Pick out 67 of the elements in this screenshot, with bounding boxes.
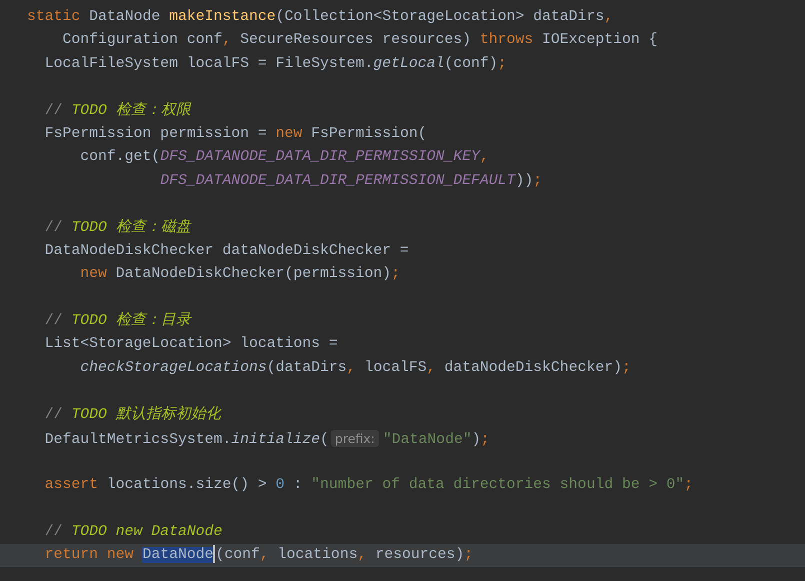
string-literal: "DataNode" bbox=[382, 432, 472, 448]
comment-marker: // bbox=[44, 524, 64, 540]
code-text: locations.size() > bbox=[106, 476, 268, 493]
code-text: DataNodeDiskChecker(permission) bbox=[116, 266, 392, 282]
comment-marker: // bbox=[44, 220, 64, 236]
keyword: assert bbox=[44, 476, 100, 493]
method-call: initialize bbox=[231, 432, 320, 448]
keyword: , bbox=[604, 9, 614, 25]
keyword: , bbox=[426, 360, 436, 376]
keyword: return new bbox=[44, 546, 135, 563]
comment-marker: // bbox=[44, 406, 64, 423]
comment-marker: // bbox=[44, 313, 64, 330]
string-literal: "number of data directories should be > 0" bbox=[311, 476, 684, 493]
code-text: resources) bbox=[375, 546, 464, 563]
keyword: , bbox=[260, 546, 270, 563]
selected-text: DataNode bbox=[142, 546, 214, 563]
code-text: locations bbox=[278, 546, 358, 563]
text-caret bbox=[213, 545, 216, 564]
keyword: ; bbox=[684, 476, 694, 493]
keyword: ; bbox=[480, 432, 490, 448]
code-text: ( bbox=[320, 432, 329, 448]
todo-comment: TODO 检查：权限 bbox=[71, 102, 191, 119]
code-text: DefaultMetricsSystem. bbox=[44, 432, 232, 448]
code-text: DataNodeDiskChecker dataNodeDiskChecker = bbox=[44, 242, 409, 259]
code-text: (conf) bbox=[444, 56, 498, 72]
todo-comment: TODO new DataNode bbox=[71, 524, 222, 540]
constant-name: DFS_DATANODE_DATA_DIR_PERMISSION_KEY bbox=[160, 149, 480, 166]
keyword: ; bbox=[391, 266, 400, 282]
todo-comment: TODO 检查：磁盘 bbox=[71, 220, 191, 236]
code-text: List<StorageLocation> locations = bbox=[44, 336, 338, 352]
code-text: dataNodeDiskChecker) bbox=[444, 360, 622, 376]
constant-name: DFS_DATANODE_DATA_DIR_PERMISSION_DEFAULT bbox=[160, 172, 516, 189]
keyword: throws bbox=[480, 32, 534, 48]
code-text: localFS bbox=[364, 360, 427, 376]
keyword: new bbox=[276, 126, 304, 142]
code-text: : bbox=[293, 476, 304, 493]
code-text: (Collection<StorageLocation> dataDirs bbox=[276, 9, 604, 25]
method-call: getLocal bbox=[373, 56, 444, 72]
number-literal: 0 bbox=[276, 476, 286, 493]
keyword: , bbox=[222, 32, 232, 48]
comment-marker: // bbox=[44, 102, 64, 119]
keyword: , bbox=[346, 360, 357, 376]
code-text: DataNode bbox=[89, 9, 162, 25]
method-name: makeInstance bbox=[169, 9, 276, 25]
code-text: ) bbox=[472, 432, 481, 448]
keyword: , bbox=[358, 546, 368, 563]
code-text: IOException { bbox=[542, 32, 658, 48]
keyword: ; bbox=[622, 360, 631, 376]
keyword: ; bbox=[533, 172, 542, 189]
code-text: SecureResources resources) bbox=[240, 32, 472, 48]
code-text: FsPermission( bbox=[311, 126, 427, 142]
code-text: FsPermission permission = bbox=[44, 126, 268, 142]
code-text: LocalFileSystem localFS = FileSystem. bbox=[44, 56, 374, 72]
code-text: (conf bbox=[215, 546, 260, 563]
code-text: )) bbox=[515, 172, 534, 189]
keyword: static bbox=[27, 9, 82, 25]
keyword: ; bbox=[498, 56, 507, 72]
todo-comment: TODO 检查：目录 bbox=[71, 313, 191, 330]
keyword: new bbox=[80, 266, 108, 282]
keyword: ; bbox=[464, 546, 474, 563]
method-call: checkStorageLocations bbox=[80, 360, 267, 376]
code-text: (dataDirs bbox=[266, 360, 347, 376]
keyword: , bbox=[480, 149, 489, 166]
todo-comment: TODO 默认指标初始化 bbox=[71, 406, 221, 423]
parameter-hint: prefix: bbox=[330, 430, 379, 448]
code-text: conf.get( bbox=[80, 149, 160, 166]
code-text: Configuration conf bbox=[62, 32, 222, 48]
